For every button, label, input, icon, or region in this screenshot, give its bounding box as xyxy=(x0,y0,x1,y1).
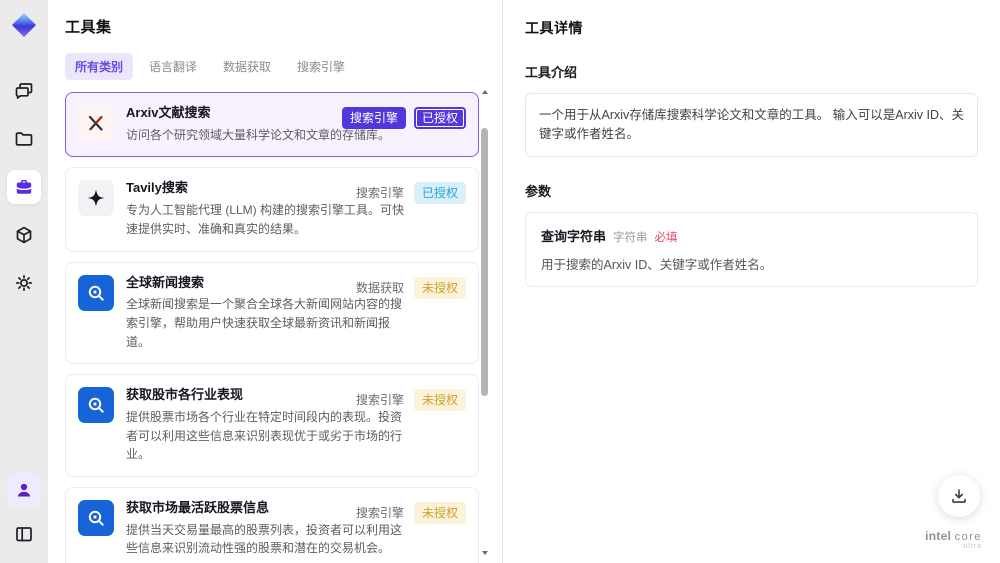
tool-card[interactable]: 全球新闻搜索 全球新闻搜索是一个聚合全球各大新闻网站内容的搜索引擎，帮助用户快速… xyxy=(65,261,479,365)
chat-icon xyxy=(14,81,34,101)
tool-badges: 搜索引擎 未授权 xyxy=(354,501,466,524)
sidebar xyxy=(0,0,48,563)
tavily-icon xyxy=(78,180,114,217)
tool-detail-panel: 工具详情 工具介绍 一个用于从Arxiv存储库搜索科学论文和文章的工具。 输入可… xyxy=(502,0,1000,563)
tool-list: Arxiv文献搜索 访问各个研究领域大量科学论文和文章的存储库。 搜索引擎 已授… xyxy=(65,92,479,563)
user-icon xyxy=(14,480,34,500)
tool-badges: 搜索引擎 已授权 xyxy=(354,182,466,205)
scrollbar-thumb[interactable] xyxy=(481,128,488,396)
app-window: 工具集 所有类别 语言翻译 数据获取 搜索引擎 Arxiv文献搜索 访问各个研究… xyxy=(0,0,1000,563)
detail-title: 工具详情 xyxy=(525,20,583,36)
param-required-badge: 必填 xyxy=(654,231,678,244)
search-blue-icon xyxy=(78,499,114,536)
search-blue-icon xyxy=(78,274,114,311)
sidebar-nav xyxy=(7,74,41,300)
sidebar-item-briefcase[interactable] xyxy=(7,170,41,204)
tool-card[interactable]: 获取股市各行业表现 提供股票市场各个行业在特定时间段内的表现。投资者可以利用这些… xyxy=(65,374,479,477)
category-tab[interactable]: 所有类别 xyxy=(65,53,134,80)
sidebar-bottom xyxy=(7,473,41,551)
param-card: 查询字符串 字符串 必填 用于搜索的Arxiv ID、关键字或作者姓名。 xyxy=(525,211,978,287)
param-type: 字符串 xyxy=(613,231,648,244)
auth-status-badge: 已授权 xyxy=(413,107,466,129)
sidebar-item-chat[interactable] xyxy=(7,74,41,108)
gem-icon xyxy=(12,13,36,37)
cube-icon xyxy=(14,225,34,245)
tool-badges: 数据获取 未授权 xyxy=(354,276,466,299)
toolset-panel: 工具集 所有类别 语言翻译 数据获取 搜索引擎 Arxiv文献搜索 访问各个研究… xyxy=(48,0,502,563)
intel-core-logo: intel core ultra xyxy=(925,529,982,551)
category-badge: 数据获取 xyxy=(355,280,404,295)
sidebar-item-folder[interactable] xyxy=(7,122,41,156)
tool-description: 提供当天交易量最高的股票列表，投资者可以利用这些信息来识别流动性强的股票和潜在的… xyxy=(126,522,403,556)
app-logo xyxy=(9,10,39,40)
scroll-up-arrow-icon[interactable] xyxy=(482,90,488,94)
auth-status-badge: 未授权 xyxy=(413,501,466,524)
tool-card[interactable]: Tavily搜索 专为人工智能代理 (LLM) 构建的搜索引擎工具。可快速提供实… xyxy=(65,167,479,252)
briefcase-icon xyxy=(14,177,34,197)
category-tab[interactable]: 搜索引擎 xyxy=(287,53,355,80)
category-tab[interactable]: 语言翻译 xyxy=(139,53,207,80)
folder-icon xyxy=(14,129,34,149)
arxiv-icon xyxy=(78,105,114,141)
gear-icon xyxy=(14,273,34,293)
page-title: 工具集 xyxy=(65,19,112,36)
download-icon xyxy=(952,489,966,503)
tool-badges: 搜索引擎 未授权 xyxy=(354,389,466,412)
tool-description: 专为人工智能代理 (LLM) 构建的搜索引擎工具。可快速提供实时、准确和真实的结… xyxy=(126,203,405,236)
tool-badges: 搜索引擎 已授权 xyxy=(341,107,466,129)
category-badge: 搜索引擎 xyxy=(355,393,404,408)
param-header: 查询字符串 字符串 必填 xyxy=(541,226,962,245)
search-blue-icon xyxy=(78,387,114,424)
category-badge: 搜索引擎 xyxy=(341,107,406,129)
tool-description: 提供股票市场各个行业在特定时间段内的表现。投资者可以利用这些信息来识别表现优于或… xyxy=(126,410,403,462)
sidebar-item-gear[interactable] xyxy=(7,266,41,300)
sidebar-item-panel[interactable] xyxy=(7,517,41,551)
sidebar-item-user[interactable] xyxy=(7,473,41,507)
sidebar-item-cube[interactable] xyxy=(7,218,41,252)
category-badge: 搜索引擎 xyxy=(355,505,404,520)
category-badge: 搜索引擎 xyxy=(355,186,404,201)
scroll-down-arrow-icon[interactable] xyxy=(482,551,488,555)
panel-icon xyxy=(14,524,34,544)
category-tabs: 所有类别 语言翻译 数据获取 搜索引擎 xyxy=(65,53,502,80)
param-name: 查询字符串 xyxy=(541,228,607,244)
param-desc: 用于搜索的Arxiv ID、关键字或作者姓名。 xyxy=(541,257,773,272)
list-scrollbar[interactable] xyxy=(480,88,490,557)
tool-card[interactable]: 获取市场最活跃股票信息 提供当天交易量最高的股票列表，投资者可以利用这些信息来识… xyxy=(65,486,479,563)
category-tab[interactable]: 数据获取 xyxy=(213,53,281,80)
tool-card[interactable]: Arxiv文献搜索 访问各个研究领域大量科学论文和文章的存储库。 搜索引擎 已授… xyxy=(65,92,479,158)
auth-status-badge: 未授权 xyxy=(413,276,466,299)
auth-status-badge: 已授权 xyxy=(413,182,466,205)
download-button[interactable] xyxy=(938,475,980,517)
intro-text: 一个用于从Arxiv存储库搜索科学论文和文章的工具。 输入可以是Arxiv ID… xyxy=(525,93,978,157)
tool-description: 全球新闻搜索是一个聚合全球各大新闻网站内容的搜索引擎，帮助用户快速获取全球最新资… xyxy=(126,297,403,349)
auth-status-badge: 未授权 xyxy=(413,389,466,412)
intro-heading: 工具介绍 xyxy=(525,65,578,80)
params-heading: 参数 xyxy=(525,183,552,199)
